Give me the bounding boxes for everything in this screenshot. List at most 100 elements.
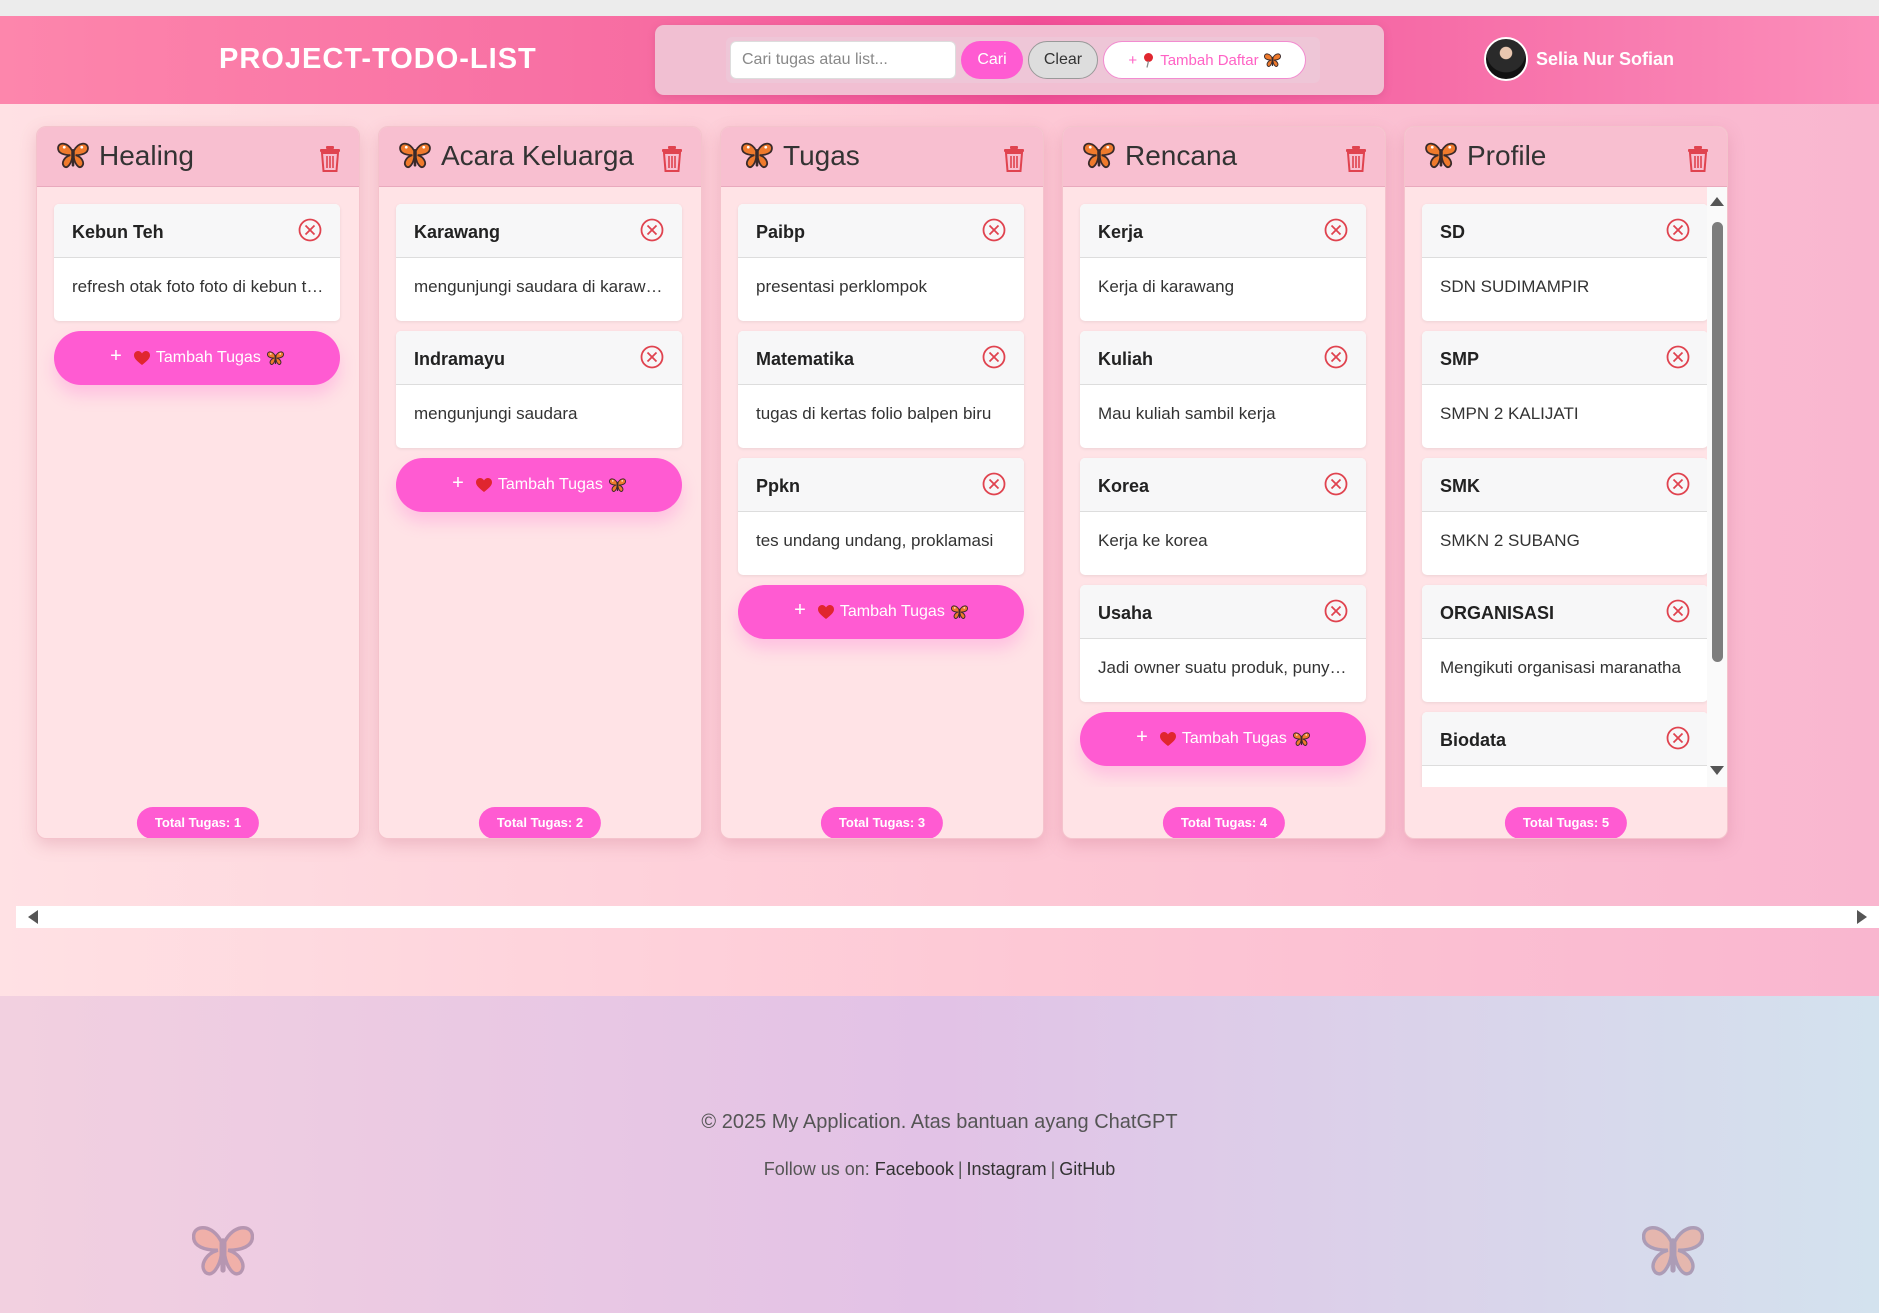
scrollbar-thumb[interactable] bbox=[1712, 222, 1723, 662]
task-list: SD SDN SUDIMAMPIR SMP SMPN 2 KALIJATI SMK SMK… bbox=[1405, 187, 1727, 787]
avatar[interactable] bbox=[1484, 37, 1528, 81]
task-title: Indramayu bbox=[414, 349, 506, 369]
close-circle-icon[interactable] bbox=[298, 218, 322, 242]
close-circle-icon[interactable] bbox=[1324, 472, 1348, 496]
heart-icon bbox=[1159, 731, 1176, 747]
close-circle-icon[interactable] bbox=[1666, 472, 1690, 496]
clear-button[interactable]: Clear bbox=[1028, 41, 1098, 79]
task-description: mengunjungi saudara di karawang bbox=[414, 277, 666, 296]
task-card-header: Matematika bbox=[738, 331, 1024, 385]
task-card[interactable]: Kerja Kerja di karawang bbox=[1080, 204, 1366, 321]
task-card-header: Kuliah bbox=[1080, 331, 1366, 385]
link-separator: | bbox=[957, 1159, 963, 1179]
instagram-link[interactable]: Instagram bbox=[967, 1159, 1047, 1179]
user-name: Selia Nur Sofian bbox=[1536, 48, 1675, 69]
board: Healing Kebun Teh refresh otak foto foto d… bbox=[0, 104, 1879, 904]
task-card-header: Paibp bbox=[738, 204, 1024, 258]
close-circle-icon[interactable] bbox=[982, 345, 1006, 369]
list-title: Tugas bbox=[783, 140, 860, 171]
task-list: Kerja Kerja di karawang Kuliah Mau kuliah s… bbox=[1063, 187, 1385, 787]
task-card[interactable]: Karawang mengunjungi saudara di karawang bbox=[396, 204, 682, 321]
scroll-up-arrow-icon[interactable] bbox=[1710, 197, 1724, 206]
task-description: Mengikuti organisasi maranatha bbox=[1440, 658, 1681, 677]
add-task-button[interactable]: + Tambah Tugas bbox=[54, 331, 340, 385]
trash-icon[interactable] bbox=[1003, 146, 1025, 172]
scroll-left-arrow-icon[interactable] bbox=[28, 910, 38, 924]
task-card[interactable]: Kebun Teh refresh otak foto foto di kebun… bbox=[54, 204, 340, 321]
task-card[interactable]: SMK SMKN 2 SUBANG bbox=[1422, 458, 1708, 575]
add-task-button[interactable]: + Tambah Tugas bbox=[396, 458, 682, 512]
trash-icon[interactable] bbox=[661, 146, 683, 172]
task-title: Usaha bbox=[1098, 603, 1153, 623]
task-card[interactable]: Paibp presentasi perklompok bbox=[738, 204, 1024, 321]
close-circle-icon[interactable] bbox=[1324, 218, 1348, 242]
github-link[interactable]: GitHub bbox=[1059, 1159, 1115, 1179]
butterfly-icon bbox=[741, 142, 773, 168]
close-circle-icon[interactable] bbox=[982, 218, 1006, 242]
add-task-label: Tambah Tugas bbox=[1181, 730, 1287, 747]
task-card[interactable]: SMP SMPN 2 KALIJATI bbox=[1422, 331, 1708, 448]
butterfly-icon bbox=[57, 142, 89, 168]
horizontal-scrollbar[interactable] bbox=[16, 906, 1879, 928]
close-circle-icon[interactable] bbox=[1666, 218, 1690, 242]
task-card[interactable]: Indramayu mengunjungi saudara bbox=[396, 331, 682, 448]
search-input[interactable] bbox=[730, 41, 956, 79]
task-card[interactable]: Kuliah Mau kuliah sambil kerja bbox=[1080, 331, 1366, 448]
task-card-header: Indramayu bbox=[396, 331, 682, 385]
plus-icon: + bbox=[1128, 51, 1138, 69]
facebook-link[interactable]: Facebook bbox=[875, 1159, 954, 1179]
butterfly-icon bbox=[608, 477, 626, 493]
task-card[interactable]: Ppkn tes undang undang, proklamasi bbox=[738, 458, 1024, 575]
add-task-button[interactable]: + Tambah Tugas bbox=[738, 585, 1024, 639]
plus-icon: + bbox=[1136, 725, 1148, 748]
list-title-wrap: Rencana bbox=[1083, 140, 1237, 172]
butterfly-icon bbox=[1083, 142, 1115, 168]
add-task-label: Tambah Tugas bbox=[839, 603, 945, 620]
task-card[interactable]: ORGANISASI Mengikuti organisasi maranatha bbox=[1422, 585, 1708, 702]
close-circle-icon[interactable] bbox=[1324, 345, 1348, 369]
close-circle-icon[interactable] bbox=[1324, 599, 1348, 623]
task-card-header: Korea bbox=[1080, 458, 1366, 512]
user-profile[interactable]: Selia Nur Sofian bbox=[1484, 36, 1674, 82]
search-button[interactable]: Cari bbox=[961, 41, 1023, 79]
task-card-header: Kebun Teh bbox=[54, 204, 340, 258]
trash-icon[interactable] bbox=[319, 146, 341, 172]
close-circle-icon[interactable] bbox=[1666, 345, 1690, 369]
follow-label: Follow us on: bbox=[763, 1159, 870, 1179]
task-title: Korea bbox=[1098, 476, 1150, 496]
close-circle-icon[interactable] bbox=[982, 472, 1006, 496]
task-description: Jadi owner suatu produk, punya usaha sen… bbox=[1098, 658, 1350, 677]
list-column: Profile SD SDN SUDIMAMPIR SMP SMPN 2 KALIJAT… bbox=[1404, 126, 1728, 839]
trash-icon[interactable] bbox=[1345, 146, 1367, 172]
scroll-down-arrow-icon[interactable] bbox=[1710, 766, 1724, 775]
task-description: tugas di kertas folio balpen biru bbox=[756, 404, 992, 423]
task-card[interactable]: Usaha Jadi owner suatu produk, punya usah… bbox=[1080, 585, 1366, 702]
task-description: SMKN 2 SUBANG bbox=[1440, 531, 1580, 550]
plus-icon: + bbox=[452, 471, 464, 494]
close-circle-icon[interactable] bbox=[640, 218, 664, 242]
task-list: Karawang mengunjungi saudara di karawang I… bbox=[379, 187, 701, 787]
app-header: PROJECT-TODO-LIST Cari Clear + Tambah Da… bbox=[0, 16, 1879, 104]
add-list-button[interactable]: + Tambah Daftar bbox=[1103, 41, 1306, 79]
task-card-header: Biodata bbox=[1422, 712, 1708, 766]
task-description: SMPN 2 KALIJATI bbox=[1440, 404, 1579, 423]
task-card[interactable]: Korea Kerja ke korea bbox=[1080, 458, 1366, 575]
scroll-right-arrow-icon[interactable] bbox=[1857, 910, 1867, 924]
search-bar: Cari Clear + Tambah Daftar bbox=[726, 37, 1320, 83]
list-column: Healing Kebun Teh refresh otak foto foto d… bbox=[36, 126, 360, 839]
close-circle-icon[interactable] bbox=[1666, 726, 1690, 750]
close-circle-icon[interactable] bbox=[640, 345, 664, 369]
list-column: Tugas Paibp presentasi perklompok Matematik… bbox=[720, 126, 1044, 839]
task-card[interactable]: Matematika tugas di kertas folio balpen b… bbox=[738, 331, 1024, 448]
task-card[interactable]: Biodata bbox=[1422, 712, 1708, 787]
task-card-header: Ppkn bbox=[738, 458, 1024, 512]
list-title-wrap: Healing bbox=[57, 140, 194, 172]
add-task-button[interactable]: + Tambah Tugas bbox=[1080, 712, 1366, 766]
social-links: Follow us on: Facebook | Instagram | GitHub bbox=[0, 1159, 1879, 1180]
task-title: SMK bbox=[1440, 476, 1480, 496]
butterfly-icon bbox=[1642, 1226, 1704, 1276]
task-card[interactable]: SD SDN SUDIMAMPIR bbox=[1422, 204, 1708, 321]
vertical-scrollbar[interactable] bbox=[1707, 187, 1727, 787]
close-circle-icon[interactable] bbox=[1666, 599, 1690, 623]
trash-icon[interactable] bbox=[1687, 146, 1709, 172]
